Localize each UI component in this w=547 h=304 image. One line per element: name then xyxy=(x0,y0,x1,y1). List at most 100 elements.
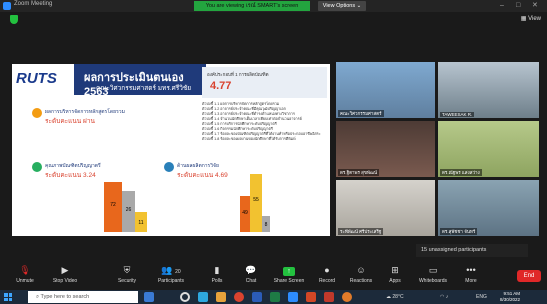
close-button[interactable]: ✕ xyxy=(532,1,538,11)
stop-video-button[interactable]: ▶ Stop Video xyxy=(46,264,84,284)
score-value: 4.77 xyxy=(210,80,232,92)
meeting-toolbar: 🎙 Unmute ▶ Stop Video ⛨ Security 👥 20 Partic… xyxy=(0,262,547,290)
chart-bar: 55 xyxy=(250,174,262,232)
apps-label: Apps xyxy=(389,278,401,284)
acrobat-icon[interactable] xyxy=(324,292,334,302)
minimize-button[interactable]: – xyxy=(500,1,504,11)
end-meeting-button[interactable]: End xyxy=(517,270,541,282)
apps-button[interactable]: ⊞ Apps xyxy=(376,264,414,284)
section3-label: ด้านผลผลิตการวิจัย xyxy=(177,163,219,169)
word-icon[interactable] xyxy=(252,292,262,302)
unassigned-participants-notice[interactable]: 15 unassigned participants xyxy=(416,244,528,257)
whiteboards-label: Whiteboards xyxy=(418,278,448,284)
participant-name: ดร.ณัฐพร แสงสว่าง xyxy=(440,169,482,176)
taskbar-search-placeholder: Type here to search xyxy=(40,294,90,300)
criteria-list: ตัวบ่งชี้ 1.1 ผลการบริหารจัดการหลักสูตรโ… xyxy=(202,102,327,170)
polls-button[interactable]: ▮ Polls xyxy=(198,264,236,284)
edge-icon[interactable] xyxy=(198,292,208,302)
unmute-label: Unmute xyxy=(16,278,34,284)
chart-bar: 8 xyxy=(262,216,270,232)
zoom-taskbar-icon[interactable] xyxy=(288,292,298,302)
reactions-label: Reactions xyxy=(349,278,373,284)
more-label: More xyxy=(465,278,477,284)
video-tile[interactable]: คณะวิศวกรรมศาสตร์ xyxy=(336,62,435,118)
view-button[interactable]: ▦ View xyxy=(521,15,541,22)
chat-button[interactable]: 💬 Chat xyxy=(232,264,270,284)
participant-name: ดร.ฐิตาพร สุขพัฒน์ xyxy=(338,169,380,176)
polls-icon: ▮ xyxy=(214,265,220,275)
windows-start-icon[interactable] xyxy=(4,293,12,301)
chat-icon: 💬 xyxy=(245,265,257,275)
score-box: องค์ประกอบที่ 1 การผลิตบัณฑิต 4.77 xyxy=(202,67,327,98)
taskbar-clock[interactable]: 9:51 AM 8/30/2022 xyxy=(500,291,520,303)
participant-count: 20 xyxy=(175,269,181,275)
temperature: 28°C xyxy=(392,294,404,300)
view-grid-icon: ▦ xyxy=(520,16,527,22)
security-button[interactable]: ⛨ Security xyxy=(108,264,146,284)
unmute-button[interactable]: 🎙 Unmute xyxy=(6,264,44,284)
window-title: Zoom Meeting xyxy=(14,1,53,7)
criteria-item: ตัวบ่งชี้ 1.8 ร้อยละของผลงานของนักศึกษาท… xyxy=(202,137,296,141)
file-explorer-icon[interactable] xyxy=(216,292,226,302)
microphone-muted-icon: 🎙 xyxy=(19,265,31,275)
chart-bar: 26 xyxy=(122,191,135,232)
chart-bar: 72 xyxy=(104,182,122,232)
participants-button[interactable]: 👥 20 Participants xyxy=(152,264,190,284)
record-button[interactable]: ● Record xyxy=(308,264,346,284)
whiteboard-icon: ▭ xyxy=(428,265,438,275)
video-tile[interactable]: TAWEESAK R. xyxy=(438,62,539,118)
slide-logo-area: RUTS xyxy=(12,64,74,95)
section1-label: ผลการบริหารจัดการหลักสูตรโดยรวม xyxy=(45,109,125,115)
participant-name: ดร.สุพัชชา จันทร์ xyxy=(440,228,478,235)
video-tile[interactable]: ดร.ฐิตาพร สุขพัฒน์ xyxy=(336,121,435,177)
criterion-icon xyxy=(32,108,42,118)
powerpoint-icon[interactable] xyxy=(306,292,316,302)
shared-screen-slide: RUTS ผลการประเมินตนเอง 2563 คณะวิศวกรรมศ… xyxy=(12,64,330,236)
section3-value: ระดับคะแนน 4.69 xyxy=(177,172,228,179)
record-label: Record xyxy=(318,278,336,284)
whiteboards-button[interactable]: ▭ Whiteboards xyxy=(414,264,452,284)
participant-name: ระพีพัฒน์ ศรีประเสริฐ xyxy=(338,228,384,235)
app-icon[interactable] xyxy=(342,292,352,302)
security-shield-icon[interactable] xyxy=(10,15,18,24)
polls-label: Polls xyxy=(211,278,223,284)
excel-icon[interactable] xyxy=(270,292,280,302)
weather-indicator[interactable]: ☁ 28°C xyxy=(386,292,404,302)
rut-logo: RUTS xyxy=(16,70,57,87)
video-tile[interactable]: ดร.ณัฐพร แสงสว่าง xyxy=(438,121,539,177)
shield-icon: ⛨ xyxy=(123,265,131,275)
slide-subtitle: คณะวิศวกรรมศาสตร์ มทร.ศรีวิชัย xyxy=(96,85,192,92)
security-label: Security xyxy=(117,278,137,284)
section1-value: ระดับคะแนน ผ่าน xyxy=(45,118,95,125)
view-options-button[interactable]: View Options ⌄ xyxy=(318,1,366,11)
more-button[interactable]: ••• More xyxy=(452,264,490,284)
chrome-icon[interactable] xyxy=(234,292,244,302)
maximize-button[interactable]: □ xyxy=(516,1,520,11)
criterion-icon xyxy=(32,162,42,172)
video-tile[interactable]: ดร.สุพัชชา จันทร์ xyxy=(438,180,539,236)
participant-name: คณะวิศวกรรมศาสตร์ xyxy=(338,110,384,117)
participants-icon: 👥 20 xyxy=(161,265,181,275)
language-indicator[interactable]: ENG xyxy=(476,292,487,302)
participant-name: TAWEESAK R. xyxy=(440,112,475,117)
title-bar: Zoom Meeting You are viewing เรณ์ SMART'… xyxy=(0,0,547,12)
score-heading: องค์ประกอบที่ 1 การผลิตบัณฑิต xyxy=(207,72,269,77)
reactions-button[interactable]: ☺ Reactions xyxy=(342,264,380,284)
share-screen-icon: ↑ xyxy=(283,267,295,276)
share-screen-label: Share Screen xyxy=(273,278,305,284)
chart-bar: 49 xyxy=(240,196,250,232)
chart-bar: 11 xyxy=(135,212,147,232)
cloud-icon: ☁ xyxy=(386,294,391,300)
video-tile[interactable]: ระพีพัฒน์ ศรีประเสริฐ xyxy=(336,180,435,236)
cortana-icon[interactable] xyxy=(180,292,190,302)
section2-value: ระดับคะแนน 3.24 xyxy=(45,172,96,179)
speaker-icon: ♪ xyxy=(445,294,449,300)
taskbar-app-icon[interactable] xyxy=(144,292,154,302)
share-screen-button[interactable]: ↑ Share Screen xyxy=(270,264,308,284)
tray-icons[interactable]: ◠ ♪ xyxy=(440,292,448,302)
zoom-logo-icon xyxy=(3,2,11,10)
clock-date: 8/30/2022 xyxy=(500,297,521,302)
windows-taskbar: ⌕ Type here to search ☁ 28°C ◠ ♪ ENG 9:5… xyxy=(0,290,547,304)
taskbar-search-input[interactable]: ⌕ Type here to search xyxy=(28,291,138,303)
view-label: View xyxy=(528,16,541,22)
